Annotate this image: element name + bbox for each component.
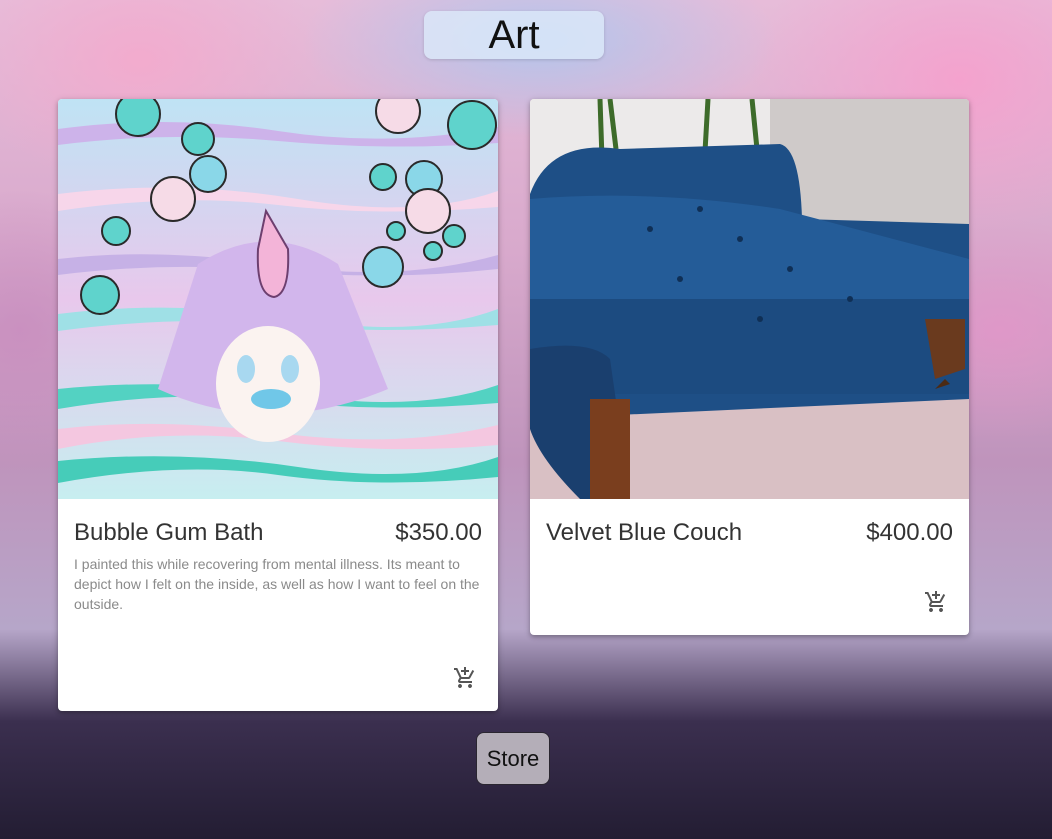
product-price: $400.00 <box>866 519 953 546</box>
page-title: Art <box>424 11 604 59</box>
add-shopping-cart-icon <box>925 591 946 612</box>
store-button-label: Store <box>486 745 540 771</box>
product-card-bubble-gum-bath: Bubble Gum Bath $350.00 I painted this w… <box>58 99 498 711</box>
product-price: $350.00 <box>395 519 482 546</box>
page-title-text: Art <box>488 12 540 57</box>
product-image-painting[interactable] <box>58 99 498 499</box>
product-description: I painted this while recovering from men… <box>74 556 480 612</box>
product-image-couch[interactable] <box>530 99 969 499</box>
store-button[interactable]: Store <box>476 732 550 785</box>
product-title: Bubble Gum Bath <box>74 519 264 546</box>
add-to-cart-button[interactable] <box>449 662 481 694</box>
product-card-velvet-blue-couch: Velvet Blue Couch $400.00 <box>530 99 969 635</box>
add-to-cart-button[interactable] <box>920 586 952 618</box>
product-title: Velvet Blue Couch <box>546 519 743 546</box>
add-shopping-cart-icon <box>454 667 475 688</box>
